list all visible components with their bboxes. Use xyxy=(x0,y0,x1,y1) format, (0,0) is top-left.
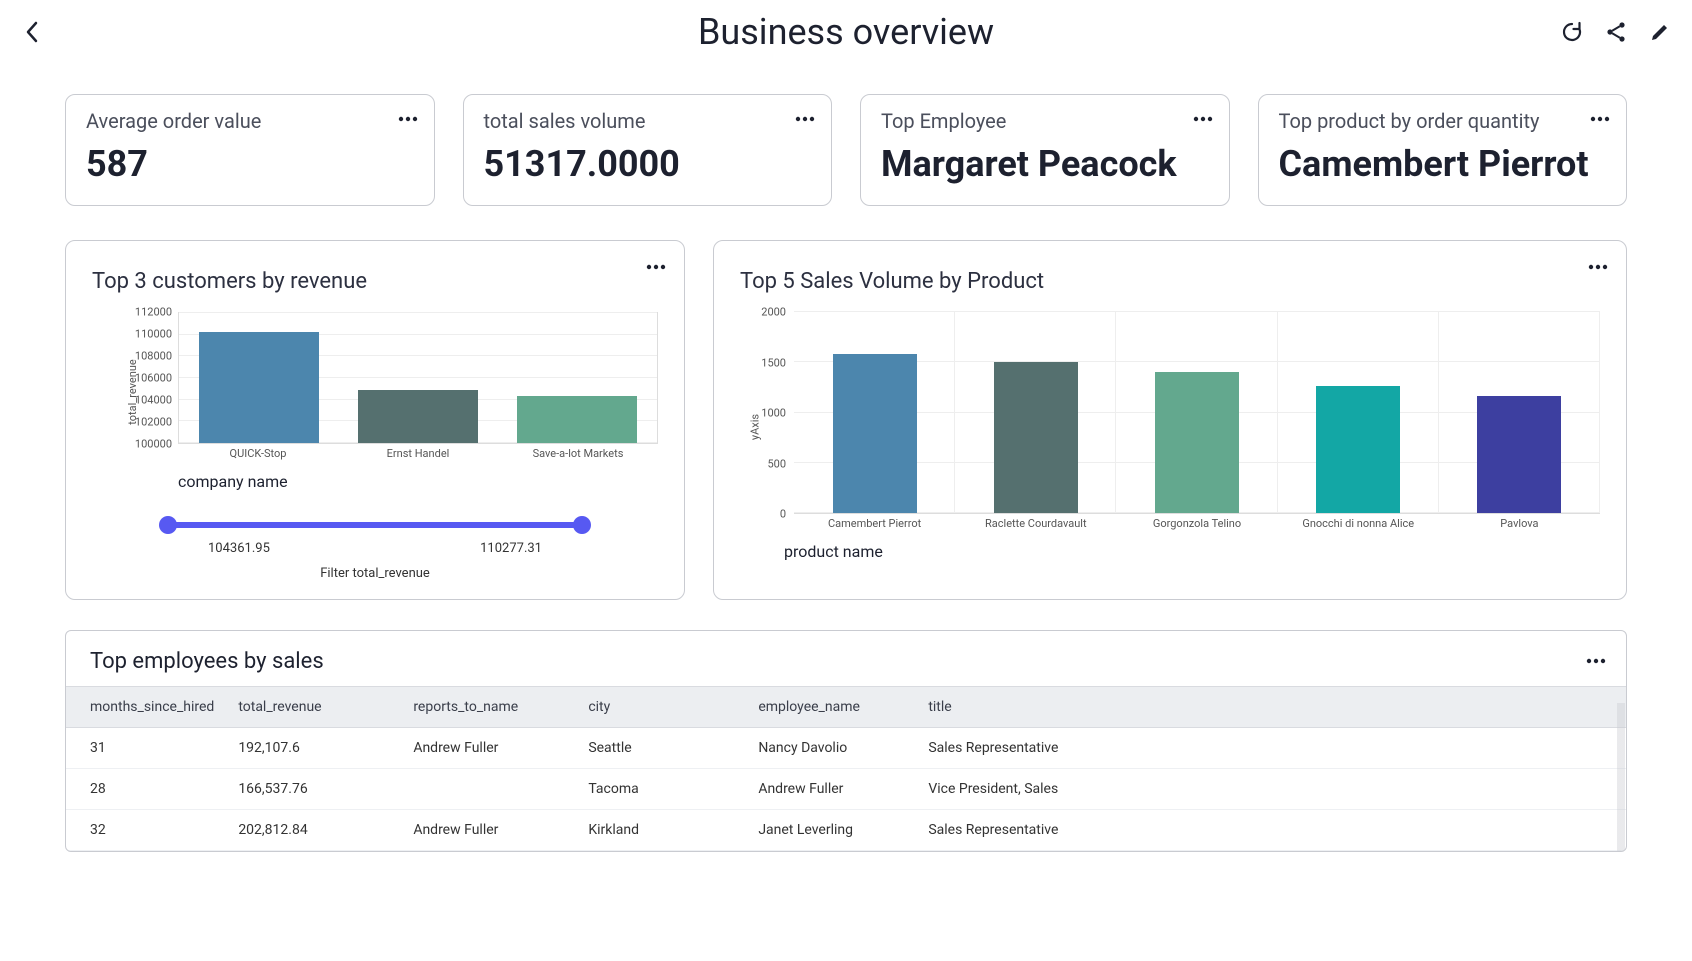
kpi-value: Margaret Peacock xyxy=(881,143,1209,185)
kpi-value: 51317.0000 xyxy=(484,143,812,185)
bar[interactable] xyxy=(358,390,478,443)
panel-title: Top 5 Sales Volume by Product xyxy=(740,269,1600,294)
back-button[interactable] xyxy=(20,20,44,44)
page-title: Business overview xyxy=(698,11,994,53)
table-cell: Kirkland xyxy=(576,810,746,851)
kpi-card: Top product by order quantity Camembert … xyxy=(1258,94,1628,206)
table-header[interactable]: months_since_hired xyxy=(66,687,226,728)
x-tick-label: Pavlova xyxy=(1439,517,1600,530)
filter-slider[interactable] xyxy=(168,519,582,531)
bar[interactable] xyxy=(1155,372,1239,513)
table-cell: 31 xyxy=(66,728,226,769)
bar[interactable] xyxy=(994,362,1078,513)
x-tick-label: Ernst Handel xyxy=(338,447,498,460)
x-tick-label: Gnocchi di nonna Alice xyxy=(1278,517,1439,530)
more-icon[interactable] xyxy=(793,107,817,131)
more-icon[interactable] xyxy=(1586,255,1610,279)
table-cell: Sales Representative xyxy=(916,728,1626,769)
kpi-card: Average order value 587 xyxy=(65,94,435,206)
slider-max-label: 110277.31 xyxy=(480,541,542,556)
kpi-value: 587 xyxy=(86,143,414,185)
bar[interactable] xyxy=(199,332,319,443)
chart-top-customers: total_revenue 10000010200010400010600010… xyxy=(122,312,658,472)
kpi-card: total sales volume 51317.0000 xyxy=(463,94,833,206)
x-axis-label: product name xyxy=(784,542,1600,561)
x-axis-label: company name xyxy=(178,472,658,491)
table-cell: 192,107.6 xyxy=(226,728,401,769)
table-cell: Andrew Fuller xyxy=(746,769,916,810)
kpi-label: Top product by order quantity xyxy=(1279,109,1607,133)
x-tick-label: Gorgonzola Telino xyxy=(1116,517,1277,530)
table-header[interactable]: title xyxy=(916,687,1626,728)
table-cell: Andrew Fuller xyxy=(401,810,576,851)
table-cell: 32 xyxy=(66,810,226,851)
table-row[interactable]: 28166,537.76 TacomaAndrew FullerVice Pres… xyxy=(66,769,1626,810)
table-cell: Sales Representative xyxy=(916,810,1626,851)
panel-title: Top 3 customers by revenue xyxy=(92,269,658,294)
table-header[interactable]: total_revenue xyxy=(226,687,401,728)
header-actions xyxy=(1560,20,1672,44)
panel-top-employees: Top employees by sales months_since_hire… xyxy=(65,630,1627,852)
bar[interactable] xyxy=(833,354,917,513)
x-tick-label: Raclette Courdavault xyxy=(955,517,1116,530)
panel-title: Top employees by sales xyxy=(90,649,324,674)
scrollbar[interactable] xyxy=(1617,703,1625,851)
slider-min-label: 104361.95 xyxy=(208,541,270,556)
bar[interactable] xyxy=(1316,386,1400,513)
more-icon[interactable] xyxy=(1191,107,1215,131)
bar[interactable] xyxy=(1477,396,1561,513)
edit-icon[interactable] xyxy=(1648,20,1672,44)
x-tick-label: QUICK-Stop xyxy=(178,447,338,460)
more-icon[interactable] xyxy=(1588,107,1612,131)
table-cell: Nancy Davolio xyxy=(746,728,916,769)
panel-top-products: Top 5 Sales Volume by Product yAxis 0500… xyxy=(713,240,1627,600)
app-header: Business overview xyxy=(0,0,1692,64)
table-cell: Tacoma xyxy=(576,769,746,810)
kpi-value: Camembert Pierrot xyxy=(1279,143,1607,185)
table-row[interactable]: 31192,107.6Andrew FullerSeattleNancy Dav… xyxy=(66,728,1626,769)
x-tick-label: Camembert Pierrot xyxy=(794,517,955,530)
table-cell: 202,812.84 xyxy=(226,810,401,851)
kpi-label: Top Employee xyxy=(881,109,1209,133)
table-header[interactable]: reports_to_name xyxy=(401,687,576,728)
table-cell: 28 xyxy=(66,769,226,810)
table-header[interactable]: employee_name xyxy=(746,687,916,728)
bar[interactable] xyxy=(517,396,637,443)
more-icon[interactable] xyxy=(396,107,420,131)
employees-table: months_since_hiredtotal_revenuereports_t… xyxy=(66,686,1626,851)
slider-title: Filter total_revenue xyxy=(168,566,582,581)
kpi-card: Top Employee Margaret Peacock xyxy=(860,94,1230,206)
table-cell xyxy=(401,769,576,810)
share-icon[interactable] xyxy=(1604,20,1628,44)
x-tick-label: Save-a-lot Markets xyxy=(498,447,658,460)
panel-top-customers: Top 3 customers by revenue total_revenue… xyxy=(65,240,685,600)
chart-top-products: yAxis 0500100015002000 Camembert Pierrot… xyxy=(750,312,1600,542)
table-cell: 166,537.76 xyxy=(226,769,401,810)
table-cell: Janet Leverling xyxy=(746,810,916,851)
table-cell: Seattle xyxy=(576,728,746,769)
table-row[interactable]: 32202,812.84Andrew FullerKirklandJanet L… xyxy=(66,810,1626,851)
more-icon[interactable] xyxy=(644,255,668,279)
more-icon[interactable] xyxy=(1584,649,1608,673)
table-cell: Andrew Fuller xyxy=(401,728,576,769)
table-cell: Vice President, Sales xyxy=(916,769,1626,810)
table-header[interactable]: city xyxy=(576,687,746,728)
kpi-label: Average order value xyxy=(86,109,414,133)
kpi-label: total sales volume xyxy=(484,109,812,133)
refresh-icon[interactable] xyxy=(1560,20,1584,44)
